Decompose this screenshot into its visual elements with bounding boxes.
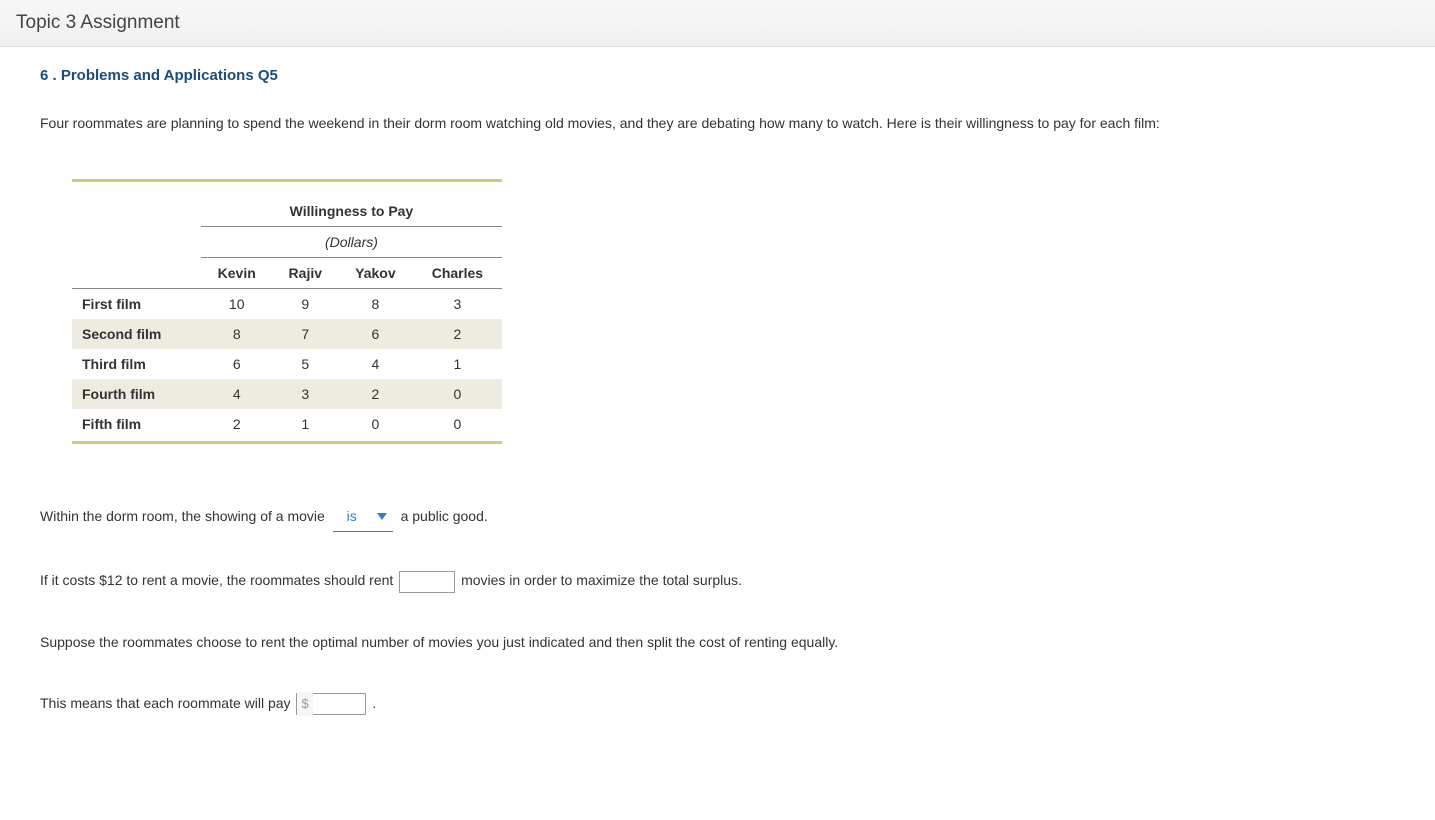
q4-pre: This means that each roommate will pay bbox=[40, 695, 291, 711]
movies-count-input[interactable] bbox=[399, 571, 455, 593]
cell: 7 bbox=[273, 319, 338, 349]
col-header-rajiv: Rajiv bbox=[273, 257, 338, 288]
table-group-header: Willingness to Pay bbox=[290, 203, 414, 219]
pay-amount-input-wrap[interactable]: $ bbox=[296, 693, 366, 715]
cell: 2 bbox=[201, 409, 273, 439]
cell: 3 bbox=[273, 379, 338, 409]
pay-amount-input[interactable] bbox=[313, 694, 357, 714]
q1-pre: Within the dorm room, the showing of a m… bbox=[40, 508, 325, 524]
table-row: First film 10 9 8 3 bbox=[72, 288, 502, 319]
content-area: 6 . Problems and Applications Q5 Four ro… bbox=[0, 47, 1400, 772]
cell: 10 bbox=[201, 288, 273, 319]
question-line-2: If it costs $12 to rent a movie, the roo… bbox=[40, 568, 1360, 593]
q2-post: movies in order to maximize the total su… bbox=[461, 572, 742, 588]
table-row: Fourth film 4 3 2 0 bbox=[72, 379, 502, 409]
col-header-kevin: Kevin bbox=[201, 257, 273, 288]
question-number-title: 6 . Problems and Applications Q5 bbox=[40, 67, 1360, 84]
row-label: Second film bbox=[72, 319, 201, 349]
dropdown-selected-value: is bbox=[339, 504, 365, 529]
wtp-table: Willingness to Pay (Dollars) Kevin Rajiv… bbox=[72, 179, 502, 445]
question-line-4: This means that each roommate will pay $… bbox=[40, 691, 1360, 716]
cell: 9 bbox=[273, 288, 338, 319]
q2-pre: If it costs $12 to rent a movie, the roo… bbox=[40, 572, 393, 588]
cell: 4 bbox=[201, 379, 273, 409]
public-good-dropdown[interactable]: is bbox=[333, 504, 393, 532]
cell: 8 bbox=[201, 319, 273, 349]
cell: 6 bbox=[201, 349, 273, 379]
cell: 2 bbox=[413, 319, 502, 349]
question-line-3: Suppose the roommates choose to rent the… bbox=[40, 630, 1360, 655]
chevron-down-icon bbox=[377, 513, 387, 520]
table-row: Third film 6 5 4 1 bbox=[72, 349, 502, 379]
table-group-subheader: (Dollars) bbox=[325, 234, 378, 250]
cell: 5 bbox=[273, 349, 338, 379]
cell: 3 bbox=[413, 288, 502, 319]
dollar-sign-icon: $ bbox=[297, 692, 312, 715]
col-header-yakov: Yakov bbox=[338, 257, 413, 288]
cell: 0 bbox=[413, 409, 502, 439]
question-line-1: Within the dorm room, the showing of a m… bbox=[40, 504, 1360, 532]
q4-post: . bbox=[372, 695, 376, 711]
table-row: Fifth film 2 1 0 0 bbox=[72, 409, 502, 439]
table-row: Second film 8 7 6 2 bbox=[72, 319, 502, 349]
cell: 0 bbox=[413, 379, 502, 409]
row-label: Fifth film bbox=[72, 409, 201, 439]
cell: 0 bbox=[338, 409, 413, 439]
row-label: First film bbox=[72, 288, 201, 319]
cell: 4 bbox=[338, 349, 413, 379]
row-label: Third film bbox=[72, 349, 201, 379]
page-title: Topic 3 Assignment bbox=[16, 12, 180, 33]
page-header: Topic 3 Assignment bbox=[0, 0, 1435, 47]
cell: 8 bbox=[338, 288, 413, 319]
row-label: Fourth film bbox=[72, 379, 201, 409]
cell: 6 bbox=[338, 319, 413, 349]
cell: 1 bbox=[413, 349, 502, 379]
cell: 1 bbox=[273, 409, 338, 439]
wtp-table-wrap: Willingness to Pay (Dollars) Kevin Rajiv… bbox=[72, 179, 1360, 445]
cell: 2 bbox=[338, 379, 413, 409]
col-header-charles: Charles bbox=[413, 257, 502, 288]
q1-post: a public good. bbox=[401, 508, 488, 524]
question-intro: Four roommates are planning to spend the… bbox=[40, 108, 1360, 139]
